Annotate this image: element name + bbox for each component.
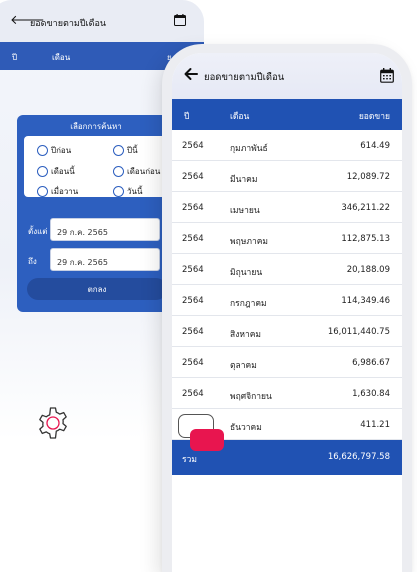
cell-month: พฤศจิกายน (230, 392, 272, 402)
option-last-year[interactable]: ปีก่อน (37, 144, 71, 157)
search-dialog: เลือกการค้นหา ปีก่อน ปีนี้ เดือนนี้ เดือ… (17, 115, 175, 312)
cell-sales: 1,630.84 (352, 389, 390, 399)
table-row[interactable]: 2564 กรกฎาคม 114,349.46 (172, 285, 402, 316)
radio-icon[interactable] (113, 166, 124, 177)
cell-month: เมษายน (230, 206, 260, 216)
option-label: เดือนนี้ (51, 167, 75, 176)
table-row[interactable]: 2564 พฤษภาคม 112,875.13 (172, 223, 402, 254)
calendar-icon[interactable] (380, 68, 394, 83)
cell-sales: 614.49 (360, 141, 390, 151)
cell-month: มิถุนายน (230, 268, 263, 278)
option-yesterday[interactable]: เมื่อวาน (37, 185, 78, 198)
cell-sales: 20,188.09 (346, 265, 390, 275)
to-date-field[interactable]: 29 ก.ค. 2565 (50, 248, 160, 271)
cell-year: 2564 (182, 296, 204, 306)
back-app-header: 🡐 ยอดขายตามปีเดือน (0, 0, 204, 42)
cell-month: ธันวาคม (230, 423, 262, 433)
table-row[interactable]: 2564 เมษายน 346,211.22 (172, 192, 402, 223)
option-label: เมื่อวาน (51, 187, 79, 196)
option-this-month[interactable]: เดือนนี้ (37, 165, 75, 178)
cell-sales: 16,011,440.75 (327, 327, 390, 337)
back-col-year: ปี (12, 53, 18, 62)
pink-button-decoration (190, 429, 224, 451)
col-header-sales: ยอดขาย (358, 112, 390, 122)
total-value: 16,626,797.58 (327, 452, 390, 462)
radio-icon[interactable] (37, 186, 48, 197)
cell-year: 2564 (182, 265, 204, 275)
table-row[interactable]: 2564 มิถุนายน 20,188.09 (172, 254, 402, 285)
gear-icon (39, 407, 67, 439)
cell-sales: 114,349.46 (341, 296, 390, 306)
option-label: ปีก่อน (51, 146, 72, 155)
total-label: รวม (182, 455, 197, 465)
table-row[interactable]: 2564 มีนาคม 12,089.72 (172, 161, 402, 192)
table-row[interactable]: 2564 ตุลาคม 6,986.67 (172, 347, 402, 378)
radio-icon[interactable] (113, 145, 124, 156)
cell-sales: 6,986.67 (352, 358, 390, 368)
cell-sales: 112,875.13 (341, 234, 390, 244)
cell-month: พฤษภาคม (230, 237, 269, 247)
cell-month: กรกฎาคม (230, 299, 267, 309)
col-header-year: ปี (184, 112, 190, 122)
table-header: ปี เดือน ยอดขาย (172, 99, 402, 130)
back-col-month: เดือน (52, 53, 71, 62)
option-label: เดือนก่อน (127, 167, 161, 176)
from-date-label: ตั้งแต่ (28, 227, 48, 236)
cell-year: 2564 (182, 234, 204, 244)
cell-sales: 411.21 (360, 420, 390, 430)
radio-icon[interactable] (113, 186, 124, 197)
page-title: ยอดขายตามปีเดือน (204, 72, 285, 83)
cell-year: 2564 (182, 327, 204, 337)
cell-year: 2564 (182, 203, 204, 213)
to-date-label: ถึง (28, 257, 37, 266)
back-page-title: ยอดขายตามปีเดือน (30, 19, 107, 29)
ok-button[interactable]: ตกลง (27, 278, 167, 300)
sales-table-body: 2564 กุมภาพันธ์ 614.49 2564 มีนาคม 12,08… (172, 130, 402, 440)
option-label: วันนี้ (127, 187, 143, 196)
option-label: ปีนี้ (127, 146, 138, 155)
option-last-month[interactable]: เดือนก่อน (113, 165, 160, 178)
phone-screen: ยอดขายตามปีเดือน ปี เดือน ยอดขาย 2564 กุ… (172, 53, 402, 572)
option-today[interactable]: วันนี้ (113, 185, 142, 198)
cell-month: สิงหาคม (230, 330, 262, 340)
cell-month: ตุลาคม (230, 361, 257, 371)
cell-year: 2564 (182, 358, 204, 368)
table-row[interactable]: 2564 พฤศจิกายน 1,630.84 (172, 378, 402, 409)
table-row[interactable]: 2564 กุมภาพันธ์ 614.49 (172, 130, 402, 161)
dialog-title: เลือกการค้นหา (70, 122, 122, 131)
col-header-month: เดือน (230, 112, 250, 122)
from-date-field[interactable]: 29 ก.ค. 2565 (50, 218, 160, 241)
radio-icon[interactable] (37, 166, 48, 177)
cell-month: กุมภาพันธ์ (230, 144, 268, 154)
calendar-icon[interactable] (174, 14, 186, 26)
app-header: ยอดขายตามปีเดือน (172, 53, 402, 99)
cell-sales: 346,211.22 (341, 203, 390, 213)
cell-sales: 12,089.72 (346, 172, 390, 182)
option-this-year[interactable]: ปีนี้ (113, 144, 138, 157)
cell-month: มีนาคม (230, 175, 258, 185)
cell-year: 2564 (182, 141, 204, 151)
back-arrow-icon[interactable] (184, 67, 198, 81)
foreground-phone: ยอดขายตามปีเดือน ปี เดือน ยอดขาย 2564 กุ… (162, 44, 412, 572)
radio-icon[interactable] (37, 145, 48, 156)
cell-year: 2564 (182, 172, 204, 182)
cell-year: 2564 (182, 389, 204, 399)
dialog-options: ปีก่อน ปีนี้ เดือนนี้ เดือนก่อน เมื่อวาน… (24, 136, 166, 197)
table-row[interactable]: 2564 สิงหาคม 16,011,440.75 (172, 316, 402, 347)
